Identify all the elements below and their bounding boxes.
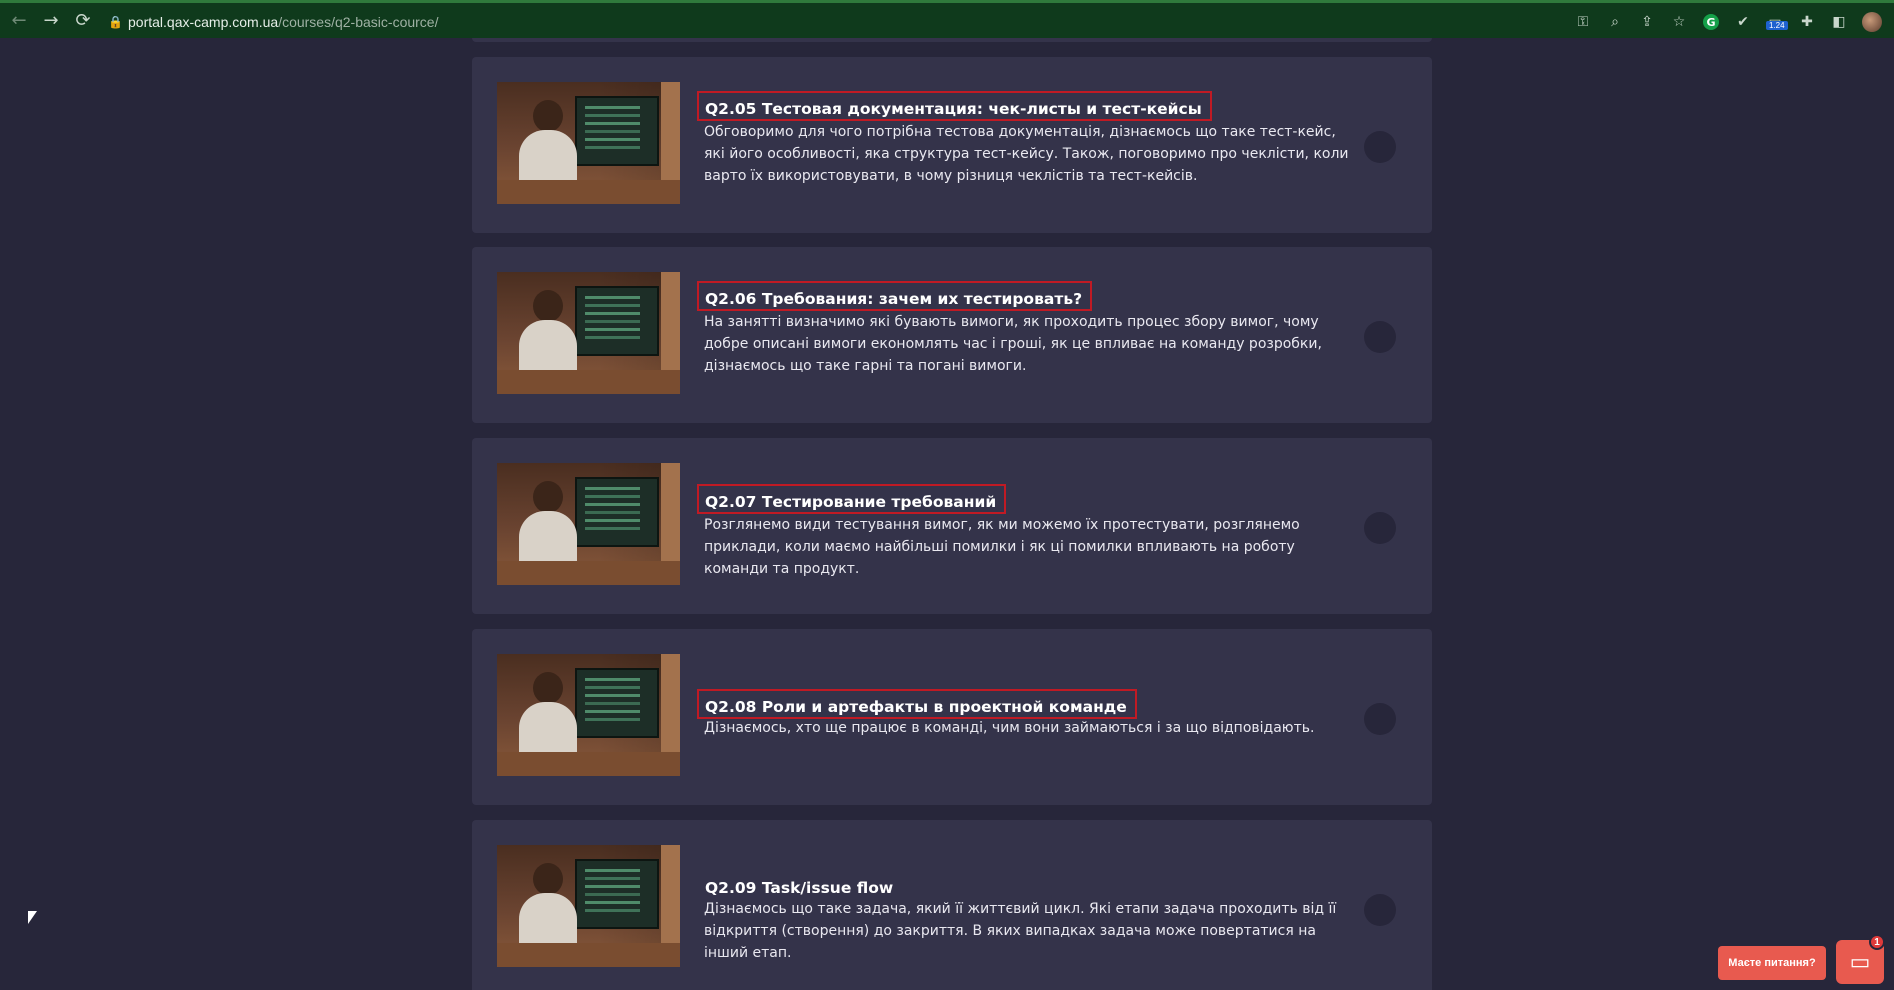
toolbar-icons: ⚿ ⌕ ⇪ ☆ G ✔ ▭1.24 ✚ ◧: [1574, 8, 1882, 36]
lesson-title-highlight: Q2.06 Требования: зачем их тестировать?: [697, 281, 1093, 311]
lesson-thumbnail: [497, 845, 680, 967]
url-domain: portal.qax-camp.com.ua: [128, 14, 279, 30]
extension-with-badge-icon[interactable]: ▭1.24: [1766, 13, 1788, 31]
reload-icon[interactable]: ⟳: [70, 8, 96, 34]
lesson-title[interactable]: Q2.07 Тестирование требований: [705, 492, 996, 512]
lesson-title[interactable]: Q2.05 Тестовая документация: чек-листы и…: [705, 99, 1202, 119]
lesson-title[interactable]: Q2.06 Требования: зачем их тестировать?: [705, 289, 1082, 309]
lesson-description: Дізнаємось, хто ще працює в команді, чим…: [704, 720, 1315, 736]
bookmark-star-icon[interactable]: ☆: [1670, 13, 1688, 31]
lesson-card[interactable]: Q2.06 Требования: зачем их тестировать? …: [472, 247, 1432, 423]
url-text[interactable]: portal.qax-camp.com.ua/courses/q2-basic-…: [128, 14, 438, 30]
lesson-thumbnail: [497, 82, 680, 204]
mouse-cursor-icon: [28, 911, 37, 924]
lesson-description: Дізнаємось що таке задача, який її життє…: [704, 901, 1337, 961]
chat-prompt-button[interactable]: Маєте питання?: [1718, 946, 1826, 980]
zoom-icon[interactable]: ⌕: [1606, 13, 1624, 31]
previous-lesson-card-edge: [472, 38, 1432, 42]
chat-notification-badge: 1: [1869, 934, 1885, 950]
lesson-title-highlight: Q2.07 Тестирование требований: [697, 484, 1007, 514]
lesson-description: На занятті визначимо які бувають вимоги,…: [704, 314, 1322, 374]
lesson-title[interactable]: Q2.09 Task/issue flow: [705, 878, 893, 898]
browser-toolbar: ← → ⟳ 🔒 portal.qax-camp.com.ua/courses/q…: [0, 0, 1894, 38]
lesson-title-wrapper: Q2.09 Task/issue flow: [697, 870, 903, 900]
completion-circle-icon[interactable]: [1364, 131, 1396, 163]
profile-avatar[interactable]: [1862, 12, 1882, 32]
lesson-title-highlight: Q2.08 Роли и артефакты в проектной коман…: [697, 689, 1137, 719]
lesson-card[interactable]: Q2.09 Task/issue flow Дізнаємось що таке…: [472, 820, 1432, 990]
lesson-description: Розглянемо види тестування вимог, як ми …: [704, 517, 1300, 577]
lesson-title-highlight: Q2.05 Тестовая документация: чек-листы и…: [697, 91, 1212, 121]
share-icon[interactable]: ⇪: [1638, 13, 1656, 31]
lesson-description: Обговоримо для чого потрібна тестова док…: [704, 124, 1349, 184]
checkmark-extension-icon[interactable]: ✔: [1734, 13, 1752, 31]
completion-circle-icon[interactable]: [1364, 321, 1396, 353]
back-arrow-icon[interactable]: ←: [6, 8, 32, 34]
completion-circle-icon[interactable]: [1364, 894, 1396, 926]
lock-icon: 🔒: [108, 15, 123, 29]
extension-badge: 1.24: [1766, 21, 1788, 30]
lesson-thumbnail: [497, 463, 680, 585]
lesson-card[interactable]: Q2.08 Роли и артефакты в проектной коман…: [472, 629, 1432, 805]
lesson-title[interactable]: Q2.08 Роли и артефакты в проектной коман…: [705, 697, 1127, 717]
grammarly-extension-icon[interactable]: G: [1702, 13, 1720, 31]
key-icon[interactable]: ⚿: [1574, 13, 1592, 31]
lesson-card[interactable]: Q2.05 Тестовая документация: чек-листы и…: [472, 57, 1432, 233]
puzzle-extensions-icon[interactable]: ✚: [1798, 13, 1816, 31]
completion-circle-icon[interactable]: [1364, 703, 1396, 735]
lesson-thumbnail: [497, 272, 680, 394]
forward-arrow-icon[interactable]: →: [38, 8, 64, 34]
completion-circle-icon[interactable]: [1364, 512, 1396, 544]
lesson-thumbnail: [497, 654, 680, 776]
sidebar-panel-icon[interactable]: ◧: [1830, 13, 1848, 31]
lesson-card[interactable]: Q2.07 Тестирование требований Розглянемо…: [472, 438, 1432, 614]
url-path: /courses/q2-basic-cource/: [278, 14, 439, 30]
